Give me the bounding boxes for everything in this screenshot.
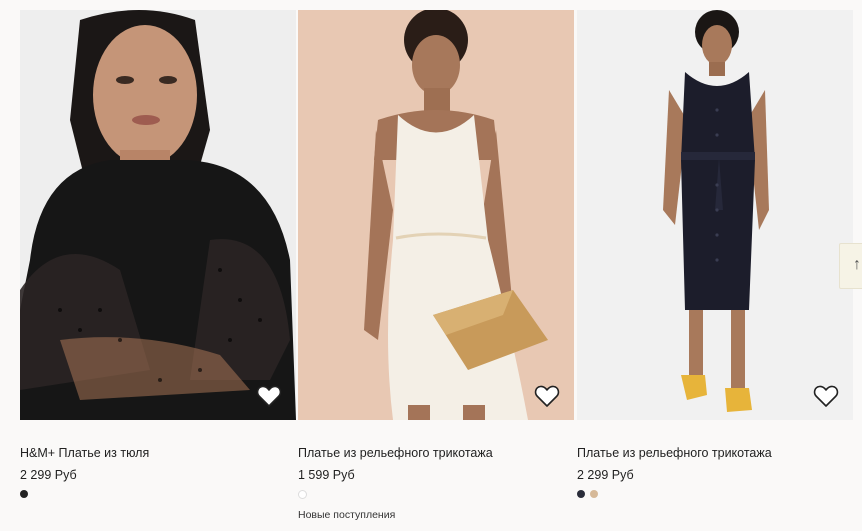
product-photo: [20, 10, 296, 420]
product-photo: [298, 10, 574, 420]
product-image[interactable]: [20, 10, 296, 420]
new-arrivals-badge: Новые поступления: [298, 509, 396, 521]
product-image[interactable]: [577, 10, 853, 420]
color-swatch-beige[interactable]: [590, 490, 598, 498]
color-swatch-black[interactable]: [20, 490, 28, 498]
product-card-3[interactable]: Платье из рельефного трикотажа 2 299 Руб: [577, 10, 853, 498]
product-grid: H&M+ Платье из тюля 2 299 Руб Платье из …: [0, 0, 862, 531]
heart-outline-icon[interactable]: [813, 384, 839, 408]
product-name[interactable]: H&M+ Платье из тюля: [20, 446, 149, 460]
product-price: 1 599 Руб: [298, 468, 355, 482]
product-name[interactable]: Платье из рельефного трикотажа: [577, 446, 772, 460]
carousel-next-button[interactable]: ↑: [839, 243, 862, 289]
product-photo: [577, 10, 853, 420]
product-card-2[interactable]: Платье из рельефного трикотажа 1 599 Руб…: [298, 10, 574, 521]
color-swatch-dark-navy[interactable]: [577, 490, 585, 498]
color-swatches: [577, 490, 598, 498]
heart-outline-icon[interactable]: [256, 384, 282, 408]
product-card-1[interactable]: H&M+ Платье из тюля 2 299 Руб: [20, 10, 296, 498]
color-swatches: [20, 490, 28, 498]
color-swatches: [298, 490, 307, 499]
product-price: 2 299 Руб: [577, 468, 634, 482]
product-name[interactable]: Платье из рельефного трикотажа: [298, 446, 493, 460]
arrow-icon: ↑: [853, 256, 861, 273]
color-swatch-white[interactable]: [298, 490, 307, 499]
product-price: 2 299 Руб: [20, 468, 77, 482]
product-image[interactable]: [298, 10, 574, 420]
heart-outline-icon[interactable]: [534, 384, 560, 408]
